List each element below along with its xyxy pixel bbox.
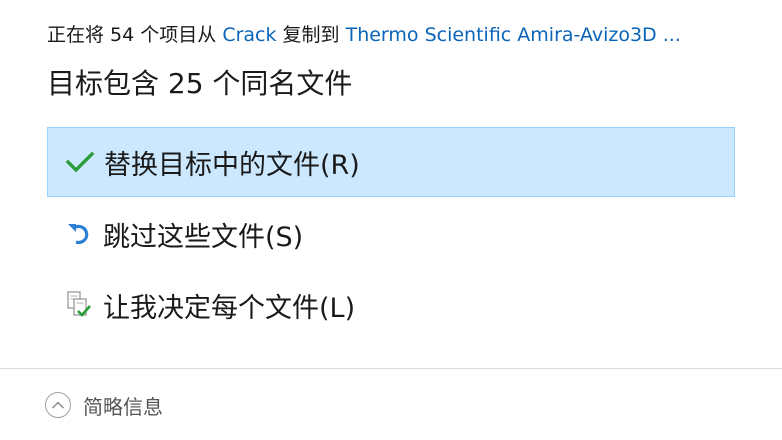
source-folder-link[interactable]: Crack bbox=[222, 24, 276, 46]
fewer-details-label: 简略信息 bbox=[83, 394, 163, 419]
skip-files-option[interactable]: 跳过这些文件(S) bbox=[47, 199, 735, 269]
footer-divider bbox=[0, 368, 782, 369]
undo-arrow-icon bbox=[61, 216, 97, 252]
decide-each-file-label: 让我决定每个文件(L) bbox=[103, 292, 356, 324]
copy-status-line: 正在将 54 个项目从 Crack 复制到 Thermo Scientific … bbox=[47, 22, 681, 48]
replace-files-label: 替换目标中的文件(R) bbox=[104, 149, 360, 181]
chevron-up-icon bbox=[45, 392, 71, 418]
compare-files-icon bbox=[61, 287, 97, 323]
copy-connector: 复制到 bbox=[276, 24, 346, 46]
decide-each-file-option[interactable]: 让我决定每个文件(L) bbox=[47, 270, 735, 340]
skip-files-label: 跳过这些文件(S) bbox=[103, 221, 304, 253]
dialog-heading: 目标包含 25 个同名文件 bbox=[47, 67, 353, 100]
copy-prefix: 正在将 bbox=[47, 24, 111, 46]
file-conflict-dialog: 正在将 54 个项目从 Crack 复制到 Thermo Scientific … bbox=[0, 0, 782, 440]
checkmark-icon bbox=[62, 144, 98, 180]
copy-middle: 个项目从 bbox=[134, 24, 223, 46]
item-count: 54 bbox=[110, 24, 135, 46]
replace-files-option[interactable]: 替换目标中的文件(R) bbox=[47, 127, 735, 197]
destination-folder-link[interactable]: Thermo Scientific Amira-Avizo3D ... bbox=[346, 24, 681, 46]
fewer-details-toggle[interactable]: 简略信息 bbox=[45, 389, 163, 421]
